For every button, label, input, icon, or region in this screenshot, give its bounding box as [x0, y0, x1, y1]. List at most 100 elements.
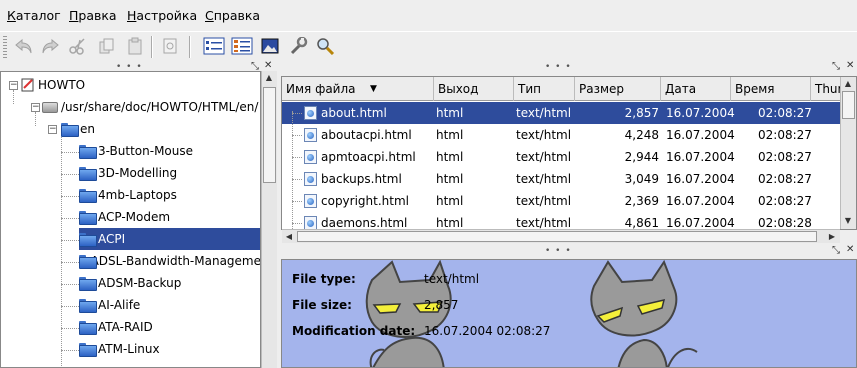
tree-item-label: 3D-Modelling	[98, 166, 178, 180]
folder-icon	[79, 299, 97, 313]
cell-type: text/html	[516, 194, 572, 208]
column-header-output[interactable]: Выход	[434, 77, 514, 101]
column-header-size[interactable]: Размер	[575, 77, 661, 101]
paste-icon[interactable]	[123, 35, 147, 57]
cut-icon[interactable]	[66, 35, 90, 57]
tree-item-path[interactable]: /usr/share/doc/HOWTO/HTML/en/	[42, 96, 258, 118]
column-header-type[interactable]: Тип	[514, 77, 575, 101]
folder-icon	[61, 123, 79, 137]
collapse-toggle[interactable]: −	[48, 125, 57, 134]
cell-size: 2,369	[624, 194, 659, 208]
close-pane-icon[interactable]: ✕	[264, 60, 272, 71]
scrollbar-thumb[interactable]	[263, 87, 276, 183]
cell-name: apmtoacpi.html	[321, 150, 416, 164]
tree-item-folder[interactable]: 3D-Modelling	[79, 162, 260, 184]
menu-catalog[interactable]: Каталог	[7, 8, 61, 23]
detail-view-icon[interactable]	[202, 35, 226, 57]
tree-item-folder[interactable]: ATA-RAID	[79, 316, 260, 338]
column-header-time[interactable]: Время	[731, 77, 811, 101]
file-list: Имя файла ▼ Выход Тип Размер Дата Время …	[281, 76, 857, 230]
cell-output: html	[436, 194, 464, 208]
cell-output: html	[436, 128, 464, 142]
tree-item-folder[interactable]: AI-Alife	[79, 294, 260, 316]
tree-item-folder[interactable]: ATM-Linux	[79, 338, 260, 360]
tree-item-label: ADSM-Backup	[98, 276, 182, 290]
settings-tools-icon[interactable]	[286, 35, 310, 57]
cell-name: aboutacpi.html	[321, 128, 412, 142]
tree-item-folder-selected[interactable]: ACPI	[79, 228, 260, 250]
cell-type: text/html	[516, 216, 572, 230]
scrollbar-thumb[interactable]	[842, 91, 855, 119]
cell-time: 02:08:27	[758, 128, 812, 142]
folder-icon	[79, 255, 97, 269]
list-vertical-scrollbar[interactable]: ▲ ▼	[840, 77, 856, 229]
redo-icon[interactable]	[38, 35, 62, 57]
cell-type: text/html	[516, 106, 572, 120]
close-pane-icon[interactable]: ✕	[846, 244, 854, 255]
cell-output: html	[436, 106, 464, 120]
cell-size: 4,248	[624, 128, 659, 142]
tree-item-label: ACP-Modem	[98, 210, 171, 224]
tree-item-label: 4mb-Laptops	[98, 188, 177, 202]
tree-item-en[interactable]: en	[61, 118, 95, 140]
table-row[interactable]: apmtoacpi.html html text/html 2,944 16.0…	[282, 146, 842, 168]
menu-settings[interactable]: Настройка	[127, 8, 197, 23]
table-row[interactable]: copyright.html html text/html 2,369 16.0…	[282, 190, 842, 212]
toolbar-separator	[151, 36, 153, 58]
zoom-page-icon[interactable]	[158, 35, 182, 57]
table-row-selected[interactable]: about.html html text/html 2,857 16.07.20…	[282, 102, 842, 124]
scroll-right-icon[interactable]: ▶	[825, 230, 839, 244]
scrollbar-thumb[interactable]	[297, 231, 817, 242]
tree-item-folder[interactable]: ACP-Modem	[79, 206, 260, 228]
undo-icon[interactable]	[12, 35, 36, 57]
cell-time: 02:08:27	[758, 172, 812, 186]
menu-edit[interactable]: Правка	[69, 8, 117, 23]
file-type-label: File type:	[292, 272, 356, 286]
tree-item-folder[interactable]: ADSM-Backup	[79, 272, 260, 294]
scroll-up-icon[interactable]: ▲	[841, 77, 855, 91]
undock-icon[interactable]: ⤡	[832, 61, 840, 72]
scroll-down-icon[interactable]: ▼	[841, 214, 855, 228]
splitter-grip[interactable]: • • •	[545, 246, 572, 256]
menu-help[interactable]: Справка	[205, 8, 260, 23]
tree-item-root[interactable]: HOWTO	[21, 74, 85, 96]
table-row[interactable]: aboutacpi.html html text/html 4,248 16.0…	[282, 124, 842, 146]
image-view-icon[interactable]	[258, 35, 282, 57]
html-file-icon	[304, 106, 317, 120]
file-size-label: File size:	[292, 298, 352, 312]
tree-scrollbar[interactable]: ▲	[261, 71, 277, 368]
table-row[interactable]: daemons.html html text/html 4,861 16.07.…	[282, 212, 842, 230]
table-row[interactable]: backups.html html text/html 3,049 16.07.…	[282, 168, 842, 190]
tree-item-folder[interactable]: ADSL-Bandwidth-Manageme	[79, 250, 260, 272]
cell-date: 16.07.2004	[666, 106, 735, 120]
tree-item-label: /usr/share/doc/HOWTO/HTML/en/	[61, 100, 259, 114]
undock-icon[interactable]: ⤡	[832, 245, 840, 256]
column-header-date[interactable]: Дата	[661, 77, 731, 101]
drive-icon	[42, 101, 58, 113]
search-icon[interactable]	[313, 35, 337, 57]
collapse-toggle[interactable]: −	[9, 81, 18, 90]
copy-icon[interactable]	[95, 35, 119, 57]
scroll-up-icon[interactable]: ▲	[262, 71, 276, 85]
close-pane-icon[interactable]: ✕	[846, 60, 854, 71]
column-header-name[interactable]: Имя файла ▼	[282, 77, 434, 101]
folder-icon	[79, 189, 97, 203]
list-horizontal-scrollbar[interactable]: ◀ ▶	[282, 229, 840, 243]
cell-type: text/html	[516, 172, 572, 186]
folder-icon	[79, 277, 97, 291]
list-view-icon[interactable]	[230, 35, 254, 57]
tree-item-folder[interactable]: 3-Button-Mouse	[79, 140, 260, 162]
tree-item-label: HOWTO	[38, 78, 86, 92]
folder-icon	[79, 211, 97, 225]
cell-name: backups.html	[321, 172, 402, 186]
tree-item-label: 3-Button-Mouse	[98, 144, 193, 158]
folder-icon	[79, 167, 97, 181]
cell-time: 02:08:27	[758, 194, 812, 208]
toolbar-handle[interactable]	[3, 36, 7, 58]
splitter-grip[interactable]: • • •	[545, 62, 572, 72]
scroll-left-icon[interactable]: ◀	[282, 230, 296, 244]
collapse-toggle[interactable]: −	[31, 103, 40, 112]
tree-item-label: AI-Alife	[98, 298, 141, 312]
file-type-value: text/html	[424, 272, 480, 286]
tree-item-folder[interactable]: 4mb-Laptops	[79, 184, 260, 206]
